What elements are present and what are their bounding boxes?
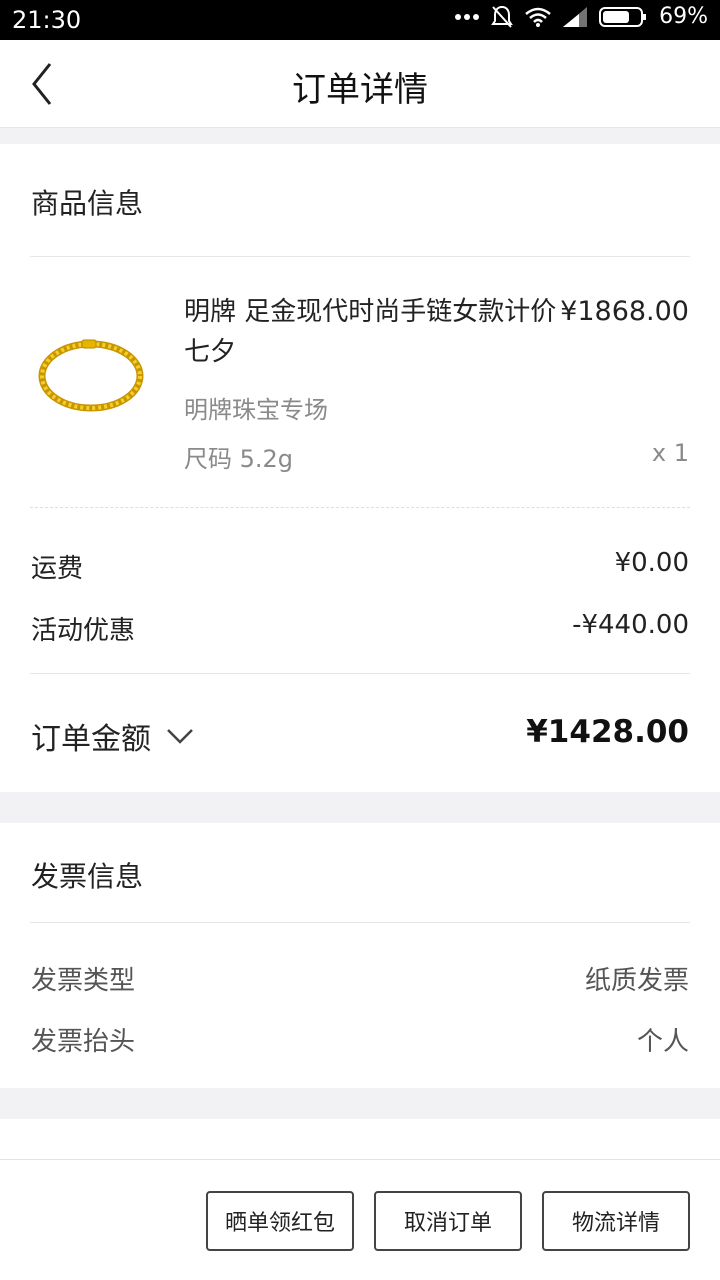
invoice-header-value: 个人 [636,1027,689,1057]
gold-bracelet-image [38,339,144,412]
goods-dashed-divider [30,507,690,508]
order-total-value: ¥1428.00 [526,714,689,750]
page-title: 订单详情 [292,70,428,110]
invoice-card: 发票信息 发票类型 纸质发票 发票抬头 个人 [0,823,720,1088]
product-shop[interactable]: 明牌珠宝专场 [184,390,328,425]
invoice-section-title: 发票信息 [31,860,144,893]
status-icons: 69% [455,4,708,29]
wifi-icon [525,7,551,27]
signal-icon [563,6,588,27]
invoice-divider [30,922,690,923]
invoice-header-label: 发票抬头 [31,1027,136,1057]
mute-bell-icon [491,5,513,29]
order-total-label: 订单金额 [31,722,151,757]
shipping-label: 运费 [31,554,84,584]
chevron-down-icon [167,729,193,744]
share-order-button[interactable]: 晒单领红包 [206,1191,354,1251]
status-time: 21:30 [12,6,82,34]
dots-icon [455,13,480,21]
shipping-value: ¥0.00 [614,548,689,578]
discount-label: 活动优惠 [31,616,136,646]
battery-icon [599,6,647,28]
discount-value: -¥440.00 [572,610,689,640]
product-quantity: x 1 [651,439,689,467]
goods-card: 商品信息 明牌 足金现代时尚手链女款计价 七夕 ¥1868.00 明牌珠宝专场 … [0,144,720,792]
invoice-type-label: 发票类型 [31,966,136,996]
product-name[interactable]: 明牌 足金现代时尚手链女款计价 七夕 [184,292,564,372]
battery-percent: 69% [659,4,708,29]
next-section-card [0,1119,720,1159]
bottom-action-bar: 晒单领红包 取消订单 物流详情 [0,1159,720,1280]
product-spec: 尺码 5.2g [184,445,294,473]
status-bar: 21:30 69% [0,0,720,40]
nav-bar: 订单详情 [0,40,720,128]
invoice-type-value: 纸质发票 [584,966,689,996]
logistics-details-button[interactable]: 物流详情 [542,1191,690,1251]
product-image[interactable] [34,330,148,416]
goods-section-title: 商品信息 [31,187,144,220]
goods-divider [30,256,690,257]
total-divider [30,673,690,674]
cancel-order-button[interactable]: 取消订单 [374,1191,522,1251]
order-total-toggle[interactable]: 订单金额 [31,714,195,758]
product-price: ¥1868.00 [560,296,689,327]
